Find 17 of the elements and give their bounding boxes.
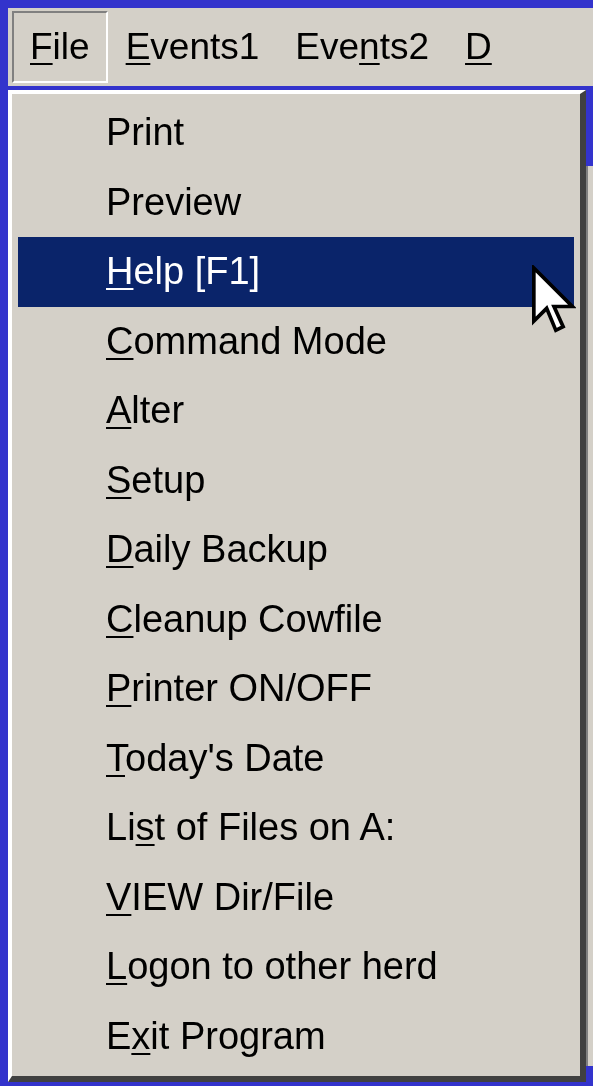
menu-item[interactable]: Printer ON/OFF xyxy=(18,654,574,724)
menu-bar-item[interactable]: D xyxy=(447,11,510,83)
menu-item[interactable]: Command Mode xyxy=(18,306,574,376)
menu-bar-item[interactable]: File xyxy=(12,11,108,83)
menu-item[interactable]: VIEW Dir/File xyxy=(18,862,574,932)
menu-item[interactable]: Daily Backup xyxy=(18,515,574,585)
menu-item[interactable]: Preview xyxy=(18,167,574,237)
menu-item[interactable]: Today's Date xyxy=(18,723,574,793)
menu-item[interactable]: Exit Program xyxy=(18,1001,574,1071)
menu-item[interactable]: Alter xyxy=(18,376,574,446)
menu-item[interactable]: Print xyxy=(18,98,574,168)
menu-item[interactable]: List of Files on A: xyxy=(18,793,574,863)
menu-item[interactable]: Setup xyxy=(18,445,574,515)
menu-bar-item[interactable]: Events2 xyxy=(277,11,448,83)
menu-item[interactable]: Logon to other herd xyxy=(18,932,574,1002)
menu-item[interactable]: Cleanup Cowfile xyxy=(18,584,574,654)
menu-bar-item[interactable]: Events1 xyxy=(107,11,278,83)
